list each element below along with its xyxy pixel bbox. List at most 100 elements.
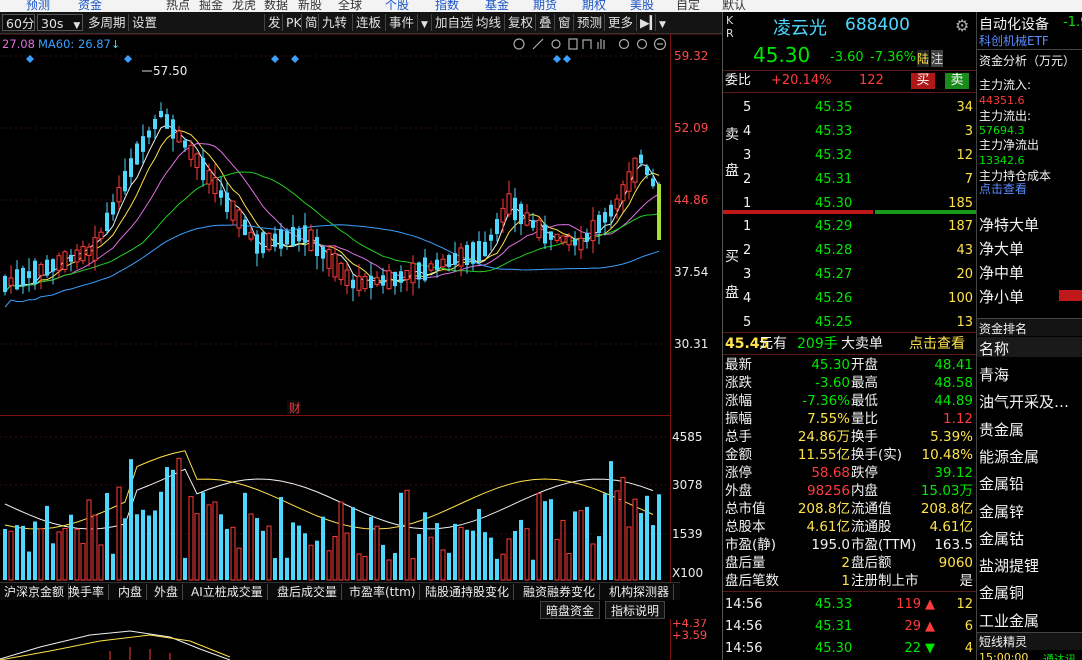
rank-item[interactable]: 青海 <box>979 364 1009 385</box>
fund-cost-link[interactable]: 点击查看 <box>979 180 1027 197</box>
rank-item[interactable]: 金属锌 <box>979 501 1024 522</box>
bookmark-icon[interactable] <box>582 39 592 49</box>
lu-tag[interactable]: 陆 <box>917 50 930 67</box>
nav-shuju[interactable]: 数据 <box>264 0 288 12</box>
pen-icon[interactable] <box>532 38 544 50</box>
tab-pe-ttm[interactable]: 市盈率(ttm) <box>345 584 421 600</box>
fa-button[interactable]: 发 <box>264 14 284 31</box>
event-markers[interactable] <box>26 55 571 63</box>
nav-jijin[interactable]: 基金 <box>485 0 509 12</box>
more-button[interactable]: 更多 <box>604 14 636 31</box>
bids-level-row[interactable]: 2 45.28 43 <box>723 241 977 261</box>
fuquan-button[interactable]: 复权 <box>504 14 536 31</box>
tab-ai-volume[interactable]: AI立桩成交量 <box>187 584 268 600</box>
nav-moren[interactable]: 默认 <box>722 0 746 12</box>
kline-chart-area[interactable]: 27.08 MA60: 26.87 ↓ 57.50 财 59.32 52.09 … <box>0 33 722 582</box>
bids-level-row[interactable]: 1 45.29 187 <box>723 217 977 237</box>
rank-item[interactable]: 工业金属 <box>979 610 1039 631</box>
tab-margin[interactable]: 融资融券变化 <box>519 584 601 600</box>
gear-icon[interactable] <box>513 38 525 50</box>
macd-chart[interactable]: +4.37 +3.59 <box>0 619 722 660</box>
etf-link[interactable]: 科创机械ETF <box>979 32 1049 49</box>
tab-turnover[interactable]: 换手率 <box>64 584 110 600</box>
nav-qiquan[interactable]: 期权 <box>582 0 606 12</box>
die-button[interactable]: 叠 <box>535 14 555 31</box>
event-marker[interactable] <box>26 55 34 63</box>
asks-level-row[interactable]: 2 45.31 7 <box>723 170 977 190</box>
jiuzhuan-button[interactable]: 九转 <box>318 14 350 31</box>
nav-xingu[interactable]: 新股 <box>298 0 322 12</box>
lock-icon[interactable] <box>568 38 578 50</box>
nav-quanqiu[interactable]: 全球 <box>338 0 362 12</box>
gear-icon[interactable]: ⚙ <box>955 16 969 35</box>
add-watch-button[interactable]: 加自选 <box>431 14 476 31</box>
multi-period-button[interactable]: 多周期 <box>85 14 129 31</box>
nav-meigu[interactable]: 美股 <box>630 0 654 12</box>
rank-item[interactable]: 贵金属 <box>979 419 1024 440</box>
nav-redian[interactable]: 热点 <box>166 0 190 12</box>
rank-item[interactable]: 金属钴 <box>979 528 1024 549</box>
tab-institution[interactable]: 机构探测器 <box>605 584 675 600</box>
cai-marker[interactable]: 财 <box>289 401 301 415</box>
kr-badge[interactable]: KR <box>726 14 734 40</box>
shijian-button[interactable]: 事件 <box>385 14 417 31</box>
bids-level-row[interactable]: 5 45.25 13 <box>723 313 977 333</box>
nav-qihuo[interactable]: 期货 <box>533 0 557 12</box>
nav-zijin[interactable]: 资金 <box>78 0 102 12</box>
nav-juejin[interactable]: 掘金 <box>199 0 223 12</box>
nav-gegu[interactable]: 个股 <box>385 0 409 12</box>
zhu-tag[interactable]: 注 <box>931 50 944 67</box>
asks-level-row[interactable]: 4 45.33 3 <box>723 122 977 142</box>
big-order-link[interactable]: 点击查看 <box>909 334 965 354</box>
chevron-down-icon[interactable]: ▼ <box>417 14 431 31</box>
event-marker[interactable] <box>563 55 571 63</box>
bids-level-row[interactable]: 3 45.27 20 <box>723 265 977 285</box>
tab-amount[interactable]: 沪深京金额 <box>0 584 70 600</box>
tab-dark-pool[interactable]: 暗盘资金 <box>540 601 601 619</box>
hand-icon[interactable] <box>597 39 605 49</box>
candle-body <box>417 262 421 280</box>
event-marker[interactable] <box>271 55 279 63</box>
zoom-in-icon[interactable] <box>618 38 630 50</box>
asks-level-row[interactable]: 5 45.35 34 <box>723 98 977 118</box>
weicha-value: 122 <box>859 73 884 88</box>
sell-button[interactable]: 卖 <box>945 73 969 89</box>
nav-zhishu[interactable]: 指数 <box>435 0 459 12</box>
bids-level-row[interactable]: 4 45.26 100 <box>723 289 977 309</box>
nav-longhu[interactable]: 龙虎 <box>232 0 256 12</box>
flow-s: 净小单 <box>979 288 1025 306</box>
candle-body <box>453 253 457 265</box>
settings-button[interactable]: 设置 <box>128 14 160 31</box>
level-volume: 3 <box>964 124 973 139</box>
eye-icon[interactable] <box>551 39 561 49</box>
interval-select[interactable]: 30s ▼ <box>37 14 83 31</box>
lianban-button[interactable]: 连板 <box>352 14 384 31</box>
event-marker[interactable] <box>553 55 561 63</box>
rank-item[interactable]: 金属铅 <box>979 473 1024 494</box>
asks-level-row[interactable]: 3 45.32 12 <box>723 146 977 166</box>
rank-item[interactable]: 油气开采及… <box>979 391 1069 412</box>
period-select[interactable]: 60分 <box>2 14 35 31</box>
nav-ziding[interactable]: 自定 <box>676 0 700 12</box>
chuang-button[interactable]: 窗 <box>554 14 574 31</box>
buy-button[interactable]: 买 <box>911 73 935 89</box>
nav-yuce[interactable]: 预测 <box>26 0 50 12</box>
junxian-button[interactable]: 均线 <box>472 14 504 31</box>
yuce-button[interactable]: 预测 <box>573 14 605 31</box>
rank-item[interactable]: 金属铜 <box>979 582 1024 603</box>
sector-name[interactable]: 自动化设备 <box>979 14 1049 34</box>
zoom-out-icon[interactable] <box>636 38 648 50</box>
tab-after-hours-volume[interactable]: 盘后成交量 <box>273 584 343 600</box>
event-marker[interactable] <box>291 55 299 63</box>
tab-neipan[interactable]: 内盘 <box>114 584 148 600</box>
candle-body <box>639 154 643 164</box>
kline-chart[interactable]: 27.08 MA60: 26.87 ↓ 57.50 财 59.32 52.09 … <box>0 33 722 582</box>
arrow-up-icon: ▲ <box>925 597 935 612</box>
tab-waipan[interactable]: 外盘 <box>150 584 184 600</box>
volume-bar <box>645 495 649 580</box>
chevron-down-icon[interactable]: ▼ <box>655 14 669 31</box>
tab-indicator-help[interactable]: 指标说明 <box>605 601 666 619</box>
rank-item[interactable]: 能源金属 <box>979 446 1039 467</box>
rank-item[interactable]: 盐湖提锂 <box>979 555 1039 576</box>
tab-hk-connect[interactable]: 陆股通持股变化 <box>421 584 515 600</box>
